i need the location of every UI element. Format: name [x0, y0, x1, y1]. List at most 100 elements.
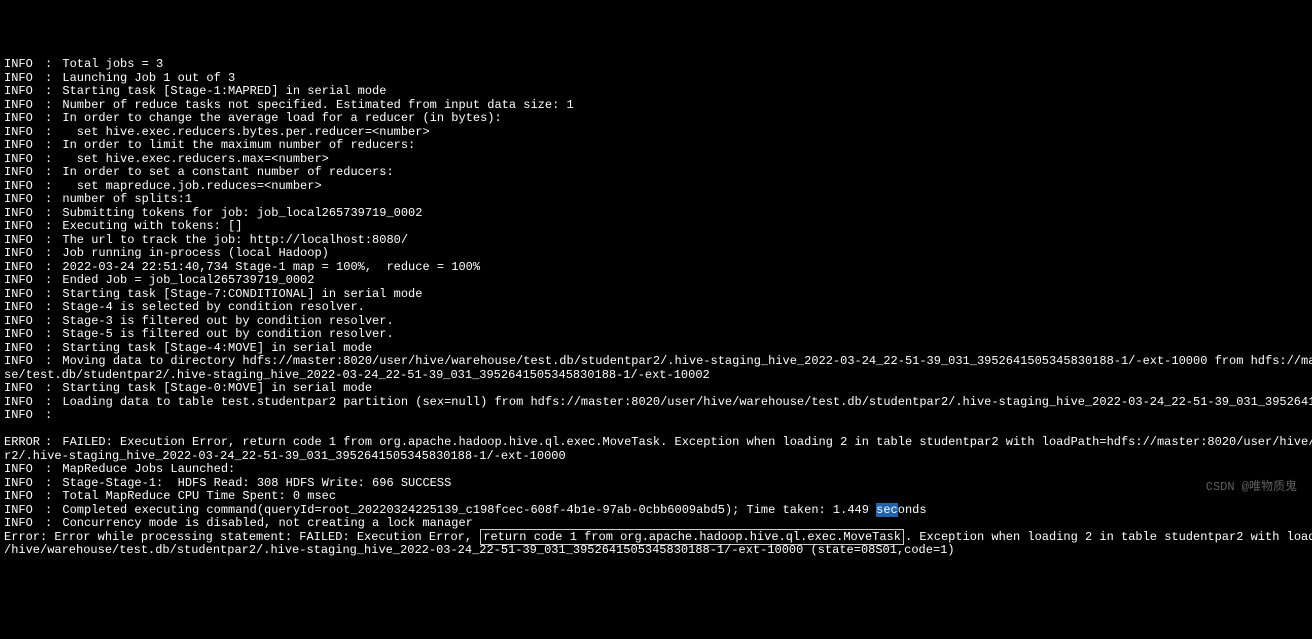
log-line: INFO: Moving data to directory hdfs://ma…: [4, 355, 1308, 369]
separator: :: [42, 247, 55, 261]
log-level: INFO: [4, 153, 42, 167]
error-line: Error: Error while processing statement:…: [4, 531, 1308, 545]
separator: :: [42, 153, 55, 167]
separator: :: [42, 112, 55, 126]
log-line: INFO: Total jobs = 3: [4, 58, 1308, 72]
separator: :: [42, 234, 55, 248]
blank-line: [4, 423, 1308, 437]
separator: :: [42, 288, 55, 302]
log-line: INFO: Completed executing command(queryI…: [4, 504, 1308, 518]
log-line: INFO: Launching Job 1 out of 3: [4, 72, 1308, 86]
separator: :: [42, 72, 55, 86]
log-message: number of splits:1: [55, 193, 192, 207]
log-level: INFO: [4, 126, 42, 140]
log-level: INFO: [4, 490, 42, 504]
log-line: INFO: set hive.exec.reducers.bytes.per.r…: [4, 126, 1308, 140]
log-line: INFO: set mapreduce.job.reduces=<number>: [4, 180, 1308, 194]
separator: :: [42, 274, 55, 288]
log-line: INFO: Stage-5 is filtered out by conditi…: [4, 328, 1308, 342]
log-message: Moving data to directory hdfs://master:8…: [55, 355, 1312, 369]
separator: :: [42, 58, 55, 72]
log-line-wrap: r2/.hive-staging_hive_2022-03-24_22-51-3…: [4, 450, 1308, 464]
log-level: INFO: [4, 396, 42, 410]
log-level: INFO: [4, 288, 42, 302]
log-line: INFO: set hive.exec.reducers.max=<number…: [4, 153, 1308, 167]
log-line-wrap: se/test.db/studentpar2/.hive-staging_hiv…: [4, 369, 1308, 383]
log-message: Stage-4 is selected by condition resolve…: [55, 301, 365, 315]
log-level: INFO: [4, 99, 42, 113]
log-level: INFO: [4, 220, 42, 234]
log-message: Submitting tokens for job: job_local2657…: [55, 207, 422, 221]
separator: :: [42, 301, 55, 315]
log-message: Job running in-process (local Hadoop): [55, 247, 329, 261]
separator: :: [42, 490, 55, 504]
log-level: INFO: [4, 193, 42, 207]
separator: :: [42, 166, 55, 180]
log-message: Ended Job = job_local265739719_0002: [55, 274, 314, 288]
log-level: INFO: [4, 517, 42, 531]
log-message: In order to change the average load for …: [55, 112, 501, 126]
log-line: INFO: Stage-4 is selected by condition r…: [4, 301, 1308, 315]
log-level: INFO: [4, 261, 42, 275]
log-level: INFO: [4, 342, 42, 356]
log-level: INFO: [4, 85, 42, 99]
error-suffix: . Exception when loading 2 in table stud…: [905, 530, 1312, 544]
log-line: INFO: In order to change the average loa…: [4, 112, 1308, 126]
log-message: [55, 409, 62, 423]
log-line: INFO: In order to set a constant number …: [4, 166, 1308, 180]
log-message: Number of reduce tasks not specified. Es…: [55, 99, 573, 113]
separator: :: [42, 463, 55, 477]
log-line: INFO: Ended Job = job_local265739719_000…: [4, 274, 1308, 288]
log-line: INFO: Starting task [Stage-4:MOVE] in se…: [4, 342, 1308, 356]
log-level: INFO: [4, 504, 42, 518]
log-level: INFO: [4, 477, 42, 491]
log-line: INFO: Submitting tokens for job: job_loc…: [4, 207, 1308, 221]
log-message: Stage-3 is filtered out by condition res…: [55, 315, 393, 329]
log-line: INFO: MapReduce Jobs Launched:: [4, 463, 1308, 477]
log-line: INFO: The url to track the job: http://l…: [4, 234, 1308, 248]
separator: :: [42, 193, 55, 207]
separator: :: [42, 220, 55, 234]
separator: :: [42, 436, 55, 450]
log-level: INFO: [4, 409, 42, 423]
log-level: INFO: [4, 247, 42, 261]
log-level: INFO: [4, 180, 42, 194]
log-line: INFO: Total MapReduce CPU Time Spent: 0 …: [4, 490, 1308, 504]
log-line: INFO: Loading data to table test.student…: [4, 396, 1308, 410]
terminal-output: INFO: Total jobs = 3INFO: Launching Job …: [4, 58, 1308, 558]
log-level: INFO: [4, 234, 42, 248]
highlighted-text: return code 1 from org.apache.hadoop.hiv…: [480, 529, 904, 545]
log-level: INFO: [4, 72, 42, 86]
log-line: INFO: Stage-3 is filtered out by conditi…: [4, 315, 1308, 329]
separator: :: [42, 342, 55, 356]
log-message: Stage-Stage-1: HDFS Read: 308 HDFS Write…: [55, 477, 451, 491]
watermark-text: CSDN @唯物质鬼: [1206, 481, 1297, 495]
log-line: INFO: In order to limit the maximum numb…: [4, 139, 1308, 153]
log-level: INFO: [4, 274, 42, 288]
separator: :: [42, 85, 55, 99]
log-message: set mapreduce.job.reduces=<number>: [55, 180, 321, 194]
log-line: INFO: Starting task [Stage-1:MAPRED] in …: [4, 85, 1308, 99]
log-line: INFO: Starting task [Stage-0:MOVE] in se…: [4, 382, 1308, 396]
error-prefix: Error: Error while processing statement:…: [4, 530, 479, 544]
log-message: In order to set a constant number of red…: [55, 166, 393, 180]
log-message: Concurrency mode is disabled, not creati…: [55, 517, 473, 531]
log-message: set hive.exec.reducers.max=<number>: [55, 153, 329, 167]
log-message: The url to track the job: http://localho…: [55, 234, 408, 248]
separator: :: [42, 315, 55, 329]
separator: :: [42, 504, 55, 518]
log-message: In order to limit the maximum number of …: [55, 139, 415, 153]
log-line: INFO: number of splits:1: [4, 193, 1308, 207]
log-message: Completed executing command(queryId=root…: [55, 504, 926, 518]
log-message: Total MapReduce CPU Time Spent: 0 msec: [55, 490, 336, 504]
log-message: Stage-5 is filtered out by condition res…: [55, 328, 393, 342]
log-line: INFO: Job running in-process (local Hado…: [4, 247, 1308, 261]
log-message: FAILED: Execution Error, return code 1 f…: [55, 436, 1312, 450]
separator: :: [42, 355, 55, 369]
log-message: Starting task [Stage-7:CONDITIONAL] in s…: [55, 288, 422, 302]
log-message: Starting task [Stage-0:MOVE] in serial m…: [55, 382, 372, 396]
separator: :: [42, 396, 55, 410]
log-message: Loading data to table test.studentpar2 p…: [55, 396, 1312, 410]
separator: :: [42, 328, 55, 342]
log-level: INFO: [4, 328, 42, 342]
